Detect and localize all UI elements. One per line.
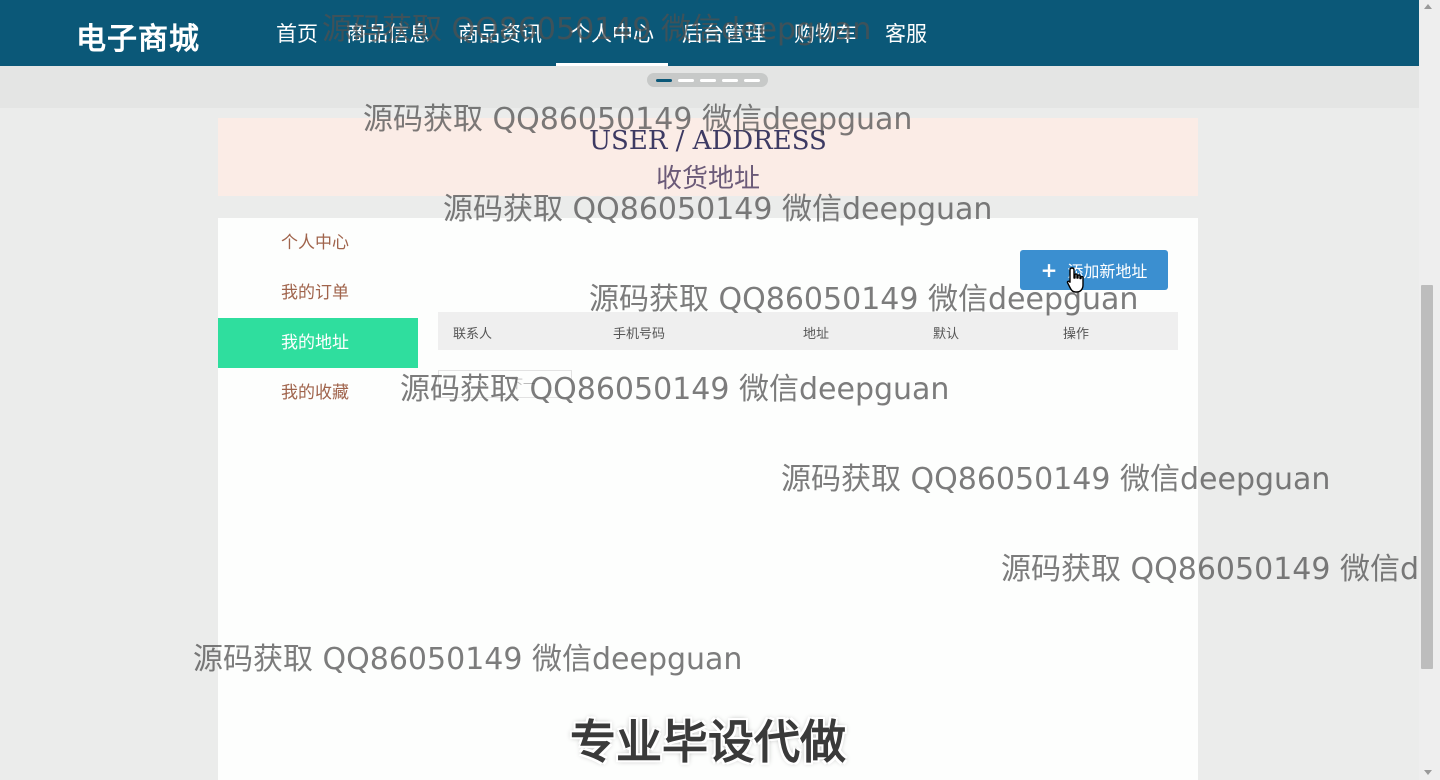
nav-cart[interactable]: 购物车	[780, 0, 871, 66]
column-phone: 手机号码	[613, 327, 666, 342]
sidebar-item-address[interactable]: 我的地址	[218, 318, 418, 368]
plus-icon: +	[1040, 258, 1058, 282]
scrollbar-thumb[interactable]	[1421, 285, 1433, 669]
sidebar-item-orders[interactable]: 我的订单	[218, 268, 418, 318]
nav-service[interactable]: 客服	[871, 0, 941, 66]
scroll-up-arrow-icon[interactable]	[1424, 4, 1432, 9]
banner-title-en: USER / ADDRESS	[589, 126, 827, 156]
nav-news[interactable]: 商品资讯	[444, 0, 556, 66]
top-navbar: 电子商城 首页 商品信息 商品资讯 个人中心 后台管理 购物车 客服	[0, 0, 1419, 66]
column-default: 默认	[933, 327, 960, 342]
hand-cursor-icon	[1066, 266, 1088, 298]
user-panel: 个人中心 我的订单 我的地址 我的收藏 + 添加新地址 联系人 手机号码 地址 …	[218, 218, 1198, 780]
main-nav: 首页 商品信息 商品资讯 个人中心 后台管理 购物车 客服	[262, 0, 941, 66]
address-table-header: 联系人 手机号码 地址 默认 操作	[438, 312, 1178, 350]
pagination[interactable]: 下一	[438, 370, 572, 398]
nav-home[interactable]: 首页	[262, 0, 332, 66]
column-actions: 操作	[1063, 327, 1090, 342]
nav-user-center[interactable]: 个人中心	[556, 0, 668, 66]
carousel-dot[interactable]	[743, 78, 760, 82]
nav-products[interactable]: 商品信息	[332, 0, 444, 66]
column-address: 地址	[803, 327, 830, 342]
add-address-button[interactable]: + 添加新地址	[1020, 250, 1168, 290]
promo-watermark: 专业毕设代做	[570, 715, 846, 769]
page-banner: USER / ADDRESS 收货地址	[218, 118, 1198, 196]
carousel-dot[interactable]	[655, 78, 672, 82]
banner-title-cn: 收货地址	[655, 164, 760, 194]
carousel-dot[interactable]	[677, 78, 694, 82]
nav-admin[interactable]: 后台管理	[668, 0, 780, 66]
scroll-down-arrow-icon[interactable]	[1424, 770, 1432, 775]
carousel-dot[interactable]	[721, 78, 738, 82]
sidebar-item-favorites[interactable]: 我的收藏	[218, 368, 418, 418]
brand-logo[interactable]: 电子商城	[76, 14, 200, 58]
column-contact: 联系人	[453, 327, 493, 342]
carousel-indicators	[647, 73, 768, 87]
user-sidebar: 个人中心 我的订单 我的地址 我的收藏	[218, 218, 418, 418]
carousel-dot[interactable]	[699, 78, 716, 82]
sidebar-item-user-center[interactable]: 个人中心	[218, 218, 418, 268]
